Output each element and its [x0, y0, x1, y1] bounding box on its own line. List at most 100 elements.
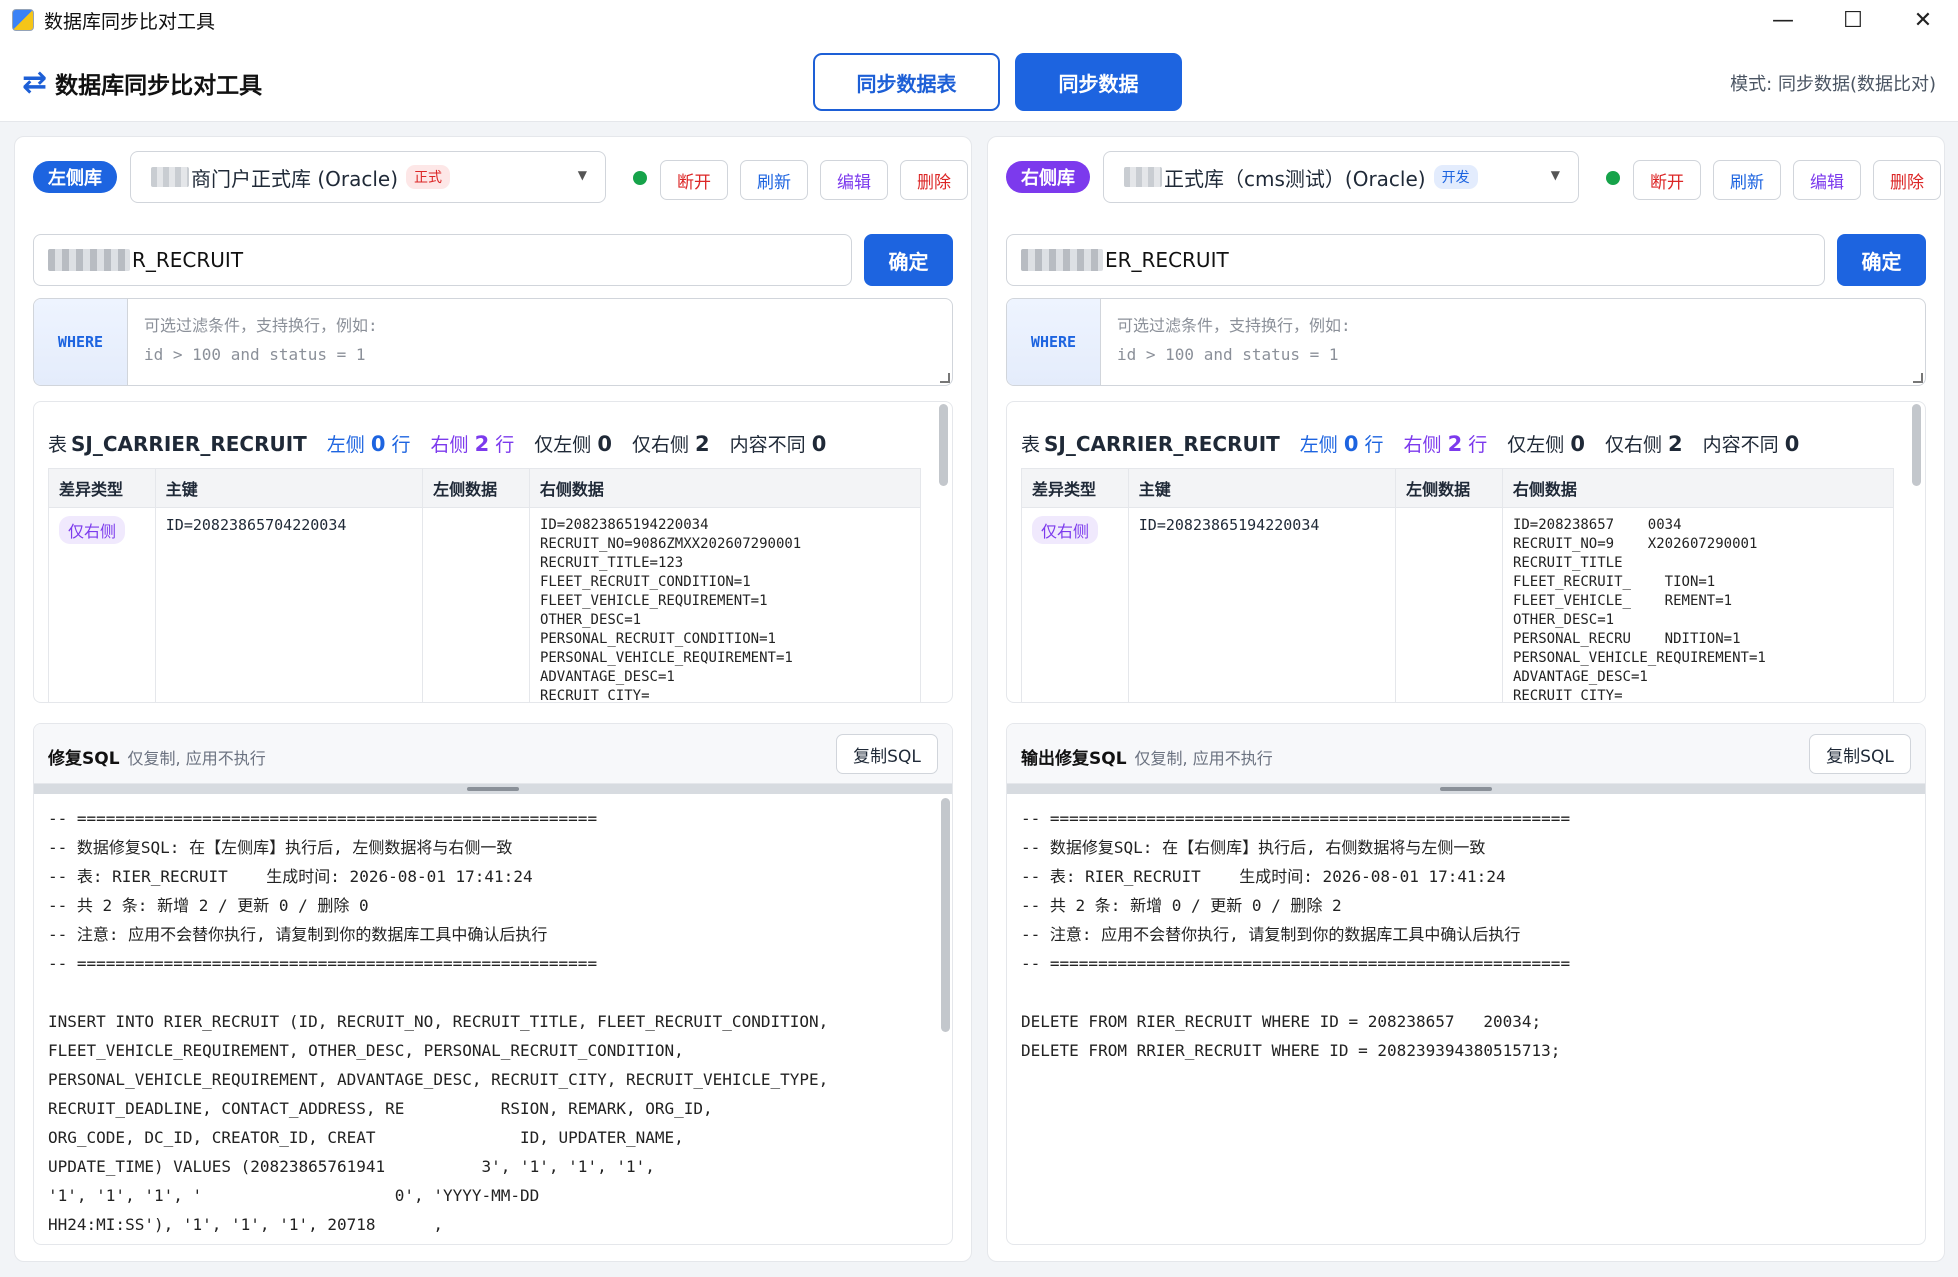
minimize-button[interactable]: — [1748, 0, 1818, 40]
splitter-handle[interactable] [34, 784, 952, 794]
right-table-input-value: ER_RECRUIT [1105, 248, 1229, 272]
col-diff-type[interactable]: 差异类型 [49, 469, 156, 507]
left-disconnect-button[interactable]: 断开 [660, 160, 728, 200]
summary-unit: 行 [1468, 434, 1488, 456]
summary-table-name: SJ_CARRIER_RECRUIT [1044, 432, 1280, 456]
row-primary-key: ID=20823865704220034 [156, 508, 424, 702]
chevron-down-icon: ▼ [1550, 168, 1560, 182]
redacted-text [1021, 249, 1103, 271]
right-where-placeholder: 可选过滤条件，支持换行，例如: id > 100 and status = 1 [1117, 316, 1351, 364]
left-where-placeholder: 可选过滤条件，支持换行，例如: id > 100 and status = 1 [144, 316, 378, 364]
right-delete-button[interactable]: 删除 [1873, 160, 1941, 200]
right-refresh-button[interactable]: 刷新 [1713, 160, 1781, 200]
right-connection-row: 右侧库 正式库（cms测试）(Oracle) 开发 ▼ 断开 刷新 编辑 删除 [1006, 151, 1941, 203]
col-right-data[interactable]: 右侧数据 [530, 469, 920, 507]
swap-arrows-icon: ⇄ [22, 65, 48, 100]
summary-only-left-count: 0 [1570, 432, 1585, 456]
app-icon [12, 9, 34, 31]
summary-only-left-label: 仅左侧 [1507, 434, 1565, 456]
left-side-badge: 左侧库 [33, 161, 117, 193]
sql-scrollbar[interactable] [941, 798, 950, 1032]
right-db-name: 正式库（cms测试）(Oracle) [1164, 166, 1426, 191]
mode-indicator: 模式: 同步数据(数据比对) [1730, 74, 1936, 95]
right-sql-subtitle: 仅复制, 应用不执行 [1134, 749, 1273, 768]
row-right-data: ID=208238657 0034 RECRUIT_NO=9 X20260729… [1512, 517, 1766, 703]
maximize-button[interactable]: ☐ [1818, 0, 1888, 40]
result-scrollbar[interactable] [939, 404, 948, 486]
summary-only-left-label: 仅左侧 [534, 434, 592, 456]
summary-only-left-count: 0 [597, 432, 612, 456]
left-sql-subtitle: 仅复制, 应用不执行 [127, 749, 266, 768]
col-primary-key[interactable]: 主键 [156, 469, 424, 507]
right-confirm-button[interactable]: 确定 [1837, 234, 1926, 286]
summary-diff-label: 内容不同 [1702, 434, 1779, 456]
right-grid-header: 差异类型 主键 左侧数据 右侧数据 [1021, 468, 1894, 508]
window-titlebar: 数据库同步比对工具 — ☐ ✕ [0, 0, 1958, 40]
tab-sync-data[interactable]: 同步数据 [1015, 53, 1182, 111]
summary-table-name: SJ_CARRIER_RECRUIT [71, 432, 307, 456]
summary-unit: 行 [495, 434, 515, 456]
summary-only-right-label: 仅右侧 [1604, 434, 1662, 456]
right-edit-button[interactable]: 编辑 [1793, 160, 1861, 200]
left-summary: 表 SJ_CARRIER_RECRUIT 左侧 0 行 右侧 2 行 仅左侧 0… [48, 430, 846, 457]
right-table-input[interactable]: ER_RECRUIT [1006, 234, 1825, 286]
row-primary-key: ID=20823865194220034 [1129, 508, 1397, 702]
resize-handle-icon[interactable] [1913, 373, 1923, 383]
col-diff-type[interactable]: 差异类型 [1022, 469, 1129, 507]
right-sql-code[interactable]: -- =====================================… [1021, 804, 1901, 1065]
left-delete-button[interactable]: 删除 [900, 160, 968, 200]
right-connection-status-dot [1606, 171, 1620, 185]
table-row[interactable]: 仅右侧 ID=20823865194220034 ID=208238657 00… [1021, 508, 1894, 703]
left-connection-status-dot [633, 171, 647, 185]
left-sql-code[interactable]: -- =====================================… [48, 804, 928, 1239]
table-row[interactable]: 仅右侧 ID=20823865704220034 ID=208238651942… [48, 508, 921, 702]
left-table-input[interactable]: R_RECRUIT [33, 234, 852, 286]
left-refresh-button[interactable]: 刷新 [740, 160, 808, 200]
result-scrollbar[interactable] [1912, 404, 1921, 486]
col-left-data[interactable]: 左侧数据 [423, 469, 530, 507]
right-where-field[interactable]: WHERE 可选过滤条件，支持换行，例如: id > 100 and statu… [1006, 298, 1926, 386]
summary-prefix: 表 [1021, 434, 1041, 456]
summary-only-right-label: 仅右侧 [631, 434, 689, 456]
redacted-text [1124, 167, 1162, 187]
left-copy-sql-button[interactable]: 复制SQL [836, 734, 938, 774]
right-disconnect-button[interactable]: 断开 [1633, 160, 1701, 200]
window-title: 数据库同步比对工具 [44, 10, 216, 33]
tab-sync-tables[interactable]: 同步数据表 [813, 53, 1000, 111]
left-grid-header: 差异类型 主键 左侧数据 右侧数据 [48, 468, 921, 508]
summary-diff-label: 内容不同 [729, 434, 806, 456]
right-env-tag: 开发 [1433, 165, 1478, 189]
right-sql-title: 输出修复SQL [1021, 749, 1127, 769]
redacted-text [151, 167, 189, 187]
right-result-panel: 表 SJ_CARRIER_RECRUIT 左侧 0 行 右侧 2 行 仅左侧 0… [1006, 401, 1926, 703]
summary-left-count: 0 [1343, 432, 1359, 456]
row-left-data [1396, 508, 1503, 702]
col-primary-key[interactable]: 主键 [1129, 469, 1397, 507]
summary-prefix: 表 [48, 434, 68, 456]
left-confirm-button[interactable]: 确定 [864, 234, 953, 286]
col-right-data[interactable]: 右侧数据 [1503, 469, 1893, 507]
left-where-field[interactable]: WHERE 可选过滤条件，支持换行，例如: id > 100 and statu… [33, 298, 953, 386]
summary-diff-count: 0 [1784, 432, 1800, 456]
left-sql-panel: 修复SQL 仅复制, 应用不执行 复制SQL -- ===============… [33, 723, 953, 1245]
right-copy-sql-button[interactable]: 复制SQL [1809, 734, 1911, 774]
left-edit-button[interactable]: 编辑 [820, 160, 888, 200]
splitter-handle[interactable] [1007, 784, 1925, 794]
right-where-label: WHERE [1007, 299, 1101, 385]
left-table-input-value: R_RECRUIT [132, 248, 244, 272]
redacted-text [48, 249, 130, 271]
brand: ⇄ 数据库同步比对工具 [22, 66, 262, 100]
close-button[interactable]: ✕ [1888, 0, 1958, 40]
left-sql-title: 修复SQL [48, 749, 120, 769]
right-db-select[interactable]: 正式库（cms测试）(Oracle) 开发 ▼ [1103, 151, 1579, 203]
col-left-data[interactable]: 左侧数据 [1396, 469, 1503, 507]
row-left-data [423, 508, 530, 702]
summary-left-label: 左侧 [326, 434, 365, 456]
app-header: ⇄ 数据库同步比对工具 同步数据表 同步数据 模式: 同步数据(数据比对) [0, 40, 1958, 122]
left-where-label: WHERE [34, 299, 128, 385]
right-sql-panel: 输出修复SQL 仅复制, 应用不执行 复制SQL -- =============… [1006, 723, 1926, 1245]
chevron-down-icon: ▼ [577, 168, 587, 182]
resize-handle-icon[interactable] [940, 373, 950, 383]
left-db-select[interactable]: 商门户正式库 (Oracle) 正式 ▼ [130, 151, 606, 203]
summary-left-count: 0 [370, 432, 386, 456]
